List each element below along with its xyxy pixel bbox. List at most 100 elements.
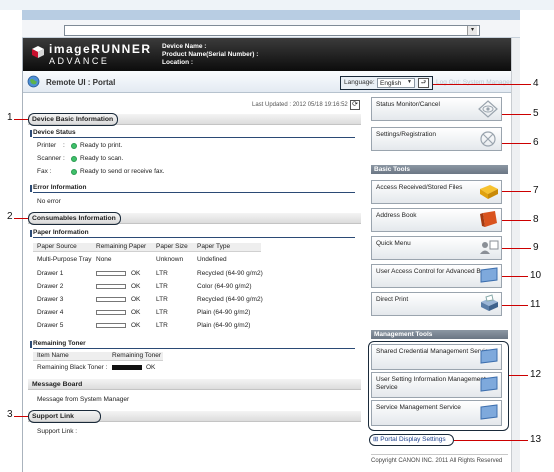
folder-icon xyxy=(480,185,498,199)
scanner-sep: : xyxy=(63,155,65,162)
paper-level-bar xyxy=(96,284,126,289)
table-row-source: Drawer 4 xyxy=(37,309,64,316)
callout-11: 11 xyxy=(530,299,541,310)
table-row-remaining: OK xyxy=(131,309,141,316)
callout-box-1 xyxy=(28,113,118,126)
toner-value: OK xyxy=(146,364,156,371)
callout-5: 5 xyxy=(533,108,539,119)
error-info-header: Error Information xyxy=(30,184,355,193)
table-row-size: LTR xyxy=(156,309,168,316)
device-info: Device Name : Product Name(Serial Number… xyxy=(162,43,258,67)
last-updated: Last Updated : 2012 05/18 19:16:52 xyxy=(252,102,348,108)
portal-globe-icon xyxy=(27,75,40,88)
table-row-source: Drawer 2 xyxy=(37,283,64,290)
settings-registration-label: Settings/Registration xyxy=(376,131,436,138)
brand-subname: ADVANCE xyxy=(49,56,110,66)
printer-sep: : xyxy=(63,142,65,149)
callout-line-4 xyxy=(433,84,531,85)
user-setting-info-label: User Setting Information Management Serv… xyxy=(376,376,486,391)
table-row-type: Recycled (64-90 g/m2) xyxy=(197,296,263,303)
callout-line-12 xyxy=(509,375,528,376)
error-text: No error xyxy=(37,198,61,205)
message-text: Message from System Manager xyxy=(37,396,130,403)
table-row-source: Drawer 1 xyxy=(37,270,64,277)
callout-7: 7 xyxy=(533,185,539,196)
table-row-size: LTR xyxy=(156,322,168,329)
callout-line-9 xyxy=(502,248,531,249)
product-name-label: Product Name(Serial Number) : xyxy=(162,51,259,58)
col-paper-source: Paper Source xyxy=(37,243,77,250)
callout-line-7 xyxy=(502,191,531,192)
refresh-icon[interactable]: ⟳ xyxy=(350,100,360,110)
eye-icon xyxy=(478,100,498,118)
table-row-remaining: OK xyxy=(131,322,141,329)
address-dropdown-button[interactable]: ▾ xyxy=(467,26,477,35)
device-name-label: Device Name : xyxy=(162,43,207,50)
box-icon xyxy=(480,376,498,392)
table-row-remaining: None xyxy=(96,256,112,263)
table-row-type: Color (64-90 g/m2) xyxy=(197,283,252,290)
table-row-source: Multi-Purpose Tray xyxy=(37,256,92,263)
callout-line-10 xyxy=(502,276,528,277)
col-remaining-toner: Remaining Toner xyxy=(112,352,162,359)
browser-title-bar xyxy=(22,10,520,20)
callout-line-2 xyxy=(14,218,28,219)
callout-line-1 xyxy=(14,119,28,120)
paper-level-bar xyxy=(96,323,126,328)
callout-line-8 xyxy=(502,220,531,221)
col-item-name: Item Name xyxy=(37,352,69,359)
box-icon xyxy=(480,267,498,283)
page-title: Remote UI : Portal xyxy=(46,78,116,87)
address-book-icon xyxy=(480,211,497,227)
management-tools-header: Management Tools xyxy=(371,330,508,339)
shared-credential-label: Shared Credential Management Service xyxy=(376,348,492,355)
paper-level-bar xyxy=(96,297,126,302)
user-menu-icon xyxy=(480,240,499,254)
col-remaining-paper: Remaining Paper xyxy=(96,243,147,250)
toner-item: Remaining Black Toner : xyxy=(37,364,108,371)
callout-line-11 xyxy=(502,305,528,306)
table-row-type: Plain (64-90 g/m2) xyxy=(197,322,251,329)
chevron-down-icon: ▼ xyxy=(407,79,412,85)
access-files-label: Access Received/Stored Files xyxy=(376,184,463,191)
table-row-remaining: OK xyxy=(131,270,141,277)
table-row-type: Plain (64-90 g/m2) xyxy=(197,309,251,316)
callout-line-13 xyxy=(454,440,528,441)
box-icon xyxy=(480,348,498,364)
footer-divider xyxy=(371,454,508,455)
callout-line-3 xyxy=(14,416,28,417)
printer-status-dot xyxy=(71,143,77,149)
callout-2: 2 xyxy=(7,211,13,222)
col-paper-size: Paper Size xyxy=(156,243,188,250)
gear-icon xyxy=(480,131,496,147)
address-input[interactable] xyxy=(64,25,480,36)
remaining-toner-header: Remaining Toner xyxy=(30,340,355,349)
toner-level-bar xyxy=(112,365,142,370)
paper-info-header: Paper Information xyxy=(30,229,355,238)
table-row-remaining: OK xyxy=(131,296,141,303)
support-link[interactable]: Support Link : xyxy=(37,428,77,436)
table-row-size: LTR xyxy=(156,296,168,303)
vertical-scrollbar[interactable] xyxy=(511,38,520,472)
paper-level-bar xyxy=(96,310,126,315)
callout-4: 4 xyxy=(533,78,539,89)
table-row-size: LTR xyxy=(156,270,168,277)
status-monitor-label: Status Monitor/Cancel xyxy=(376,101,440,108)
callout-3: 3 xyxy=(7,409,13,420)
table-row-source: Drawer 5 xyxy=(37,322,64,329)
fax-status: Ready to send or receive fax. xyxy=(80,168,165,175)
top-strip xyxy=(0,0,554,10)
direct-print-label: Direct Print xyxy=(376,296,409,303)
printer-label: Printer xyxy=(37,142,57,149)
callout-13: 13 xyxy=(530,434,542,445)
canon-cube-logo xyxy=(32,46,44,58)
callout-box-2 xyxy=(28,212,121,225)
table-row-size: Unknown xyxy=(156,256,184,263)
portal-display-link[interactable]: ⊞ Portal Display Settings xyxy=(373,436,446,444)
table-row-remaining: OK xyxy=(131,283,141,290)
printer-icon xyxy=(481,294,498,311)
box-icon xyxy=(480,404,498,420)
language-apply-button[interactable]: ⮐ xyxy=(418,78,429,88)
col-paper-type: Paper Type xyxy=(197,243,231,250)
basic-tools-header: Basic Tools xyxy=(371,165,508,174)
